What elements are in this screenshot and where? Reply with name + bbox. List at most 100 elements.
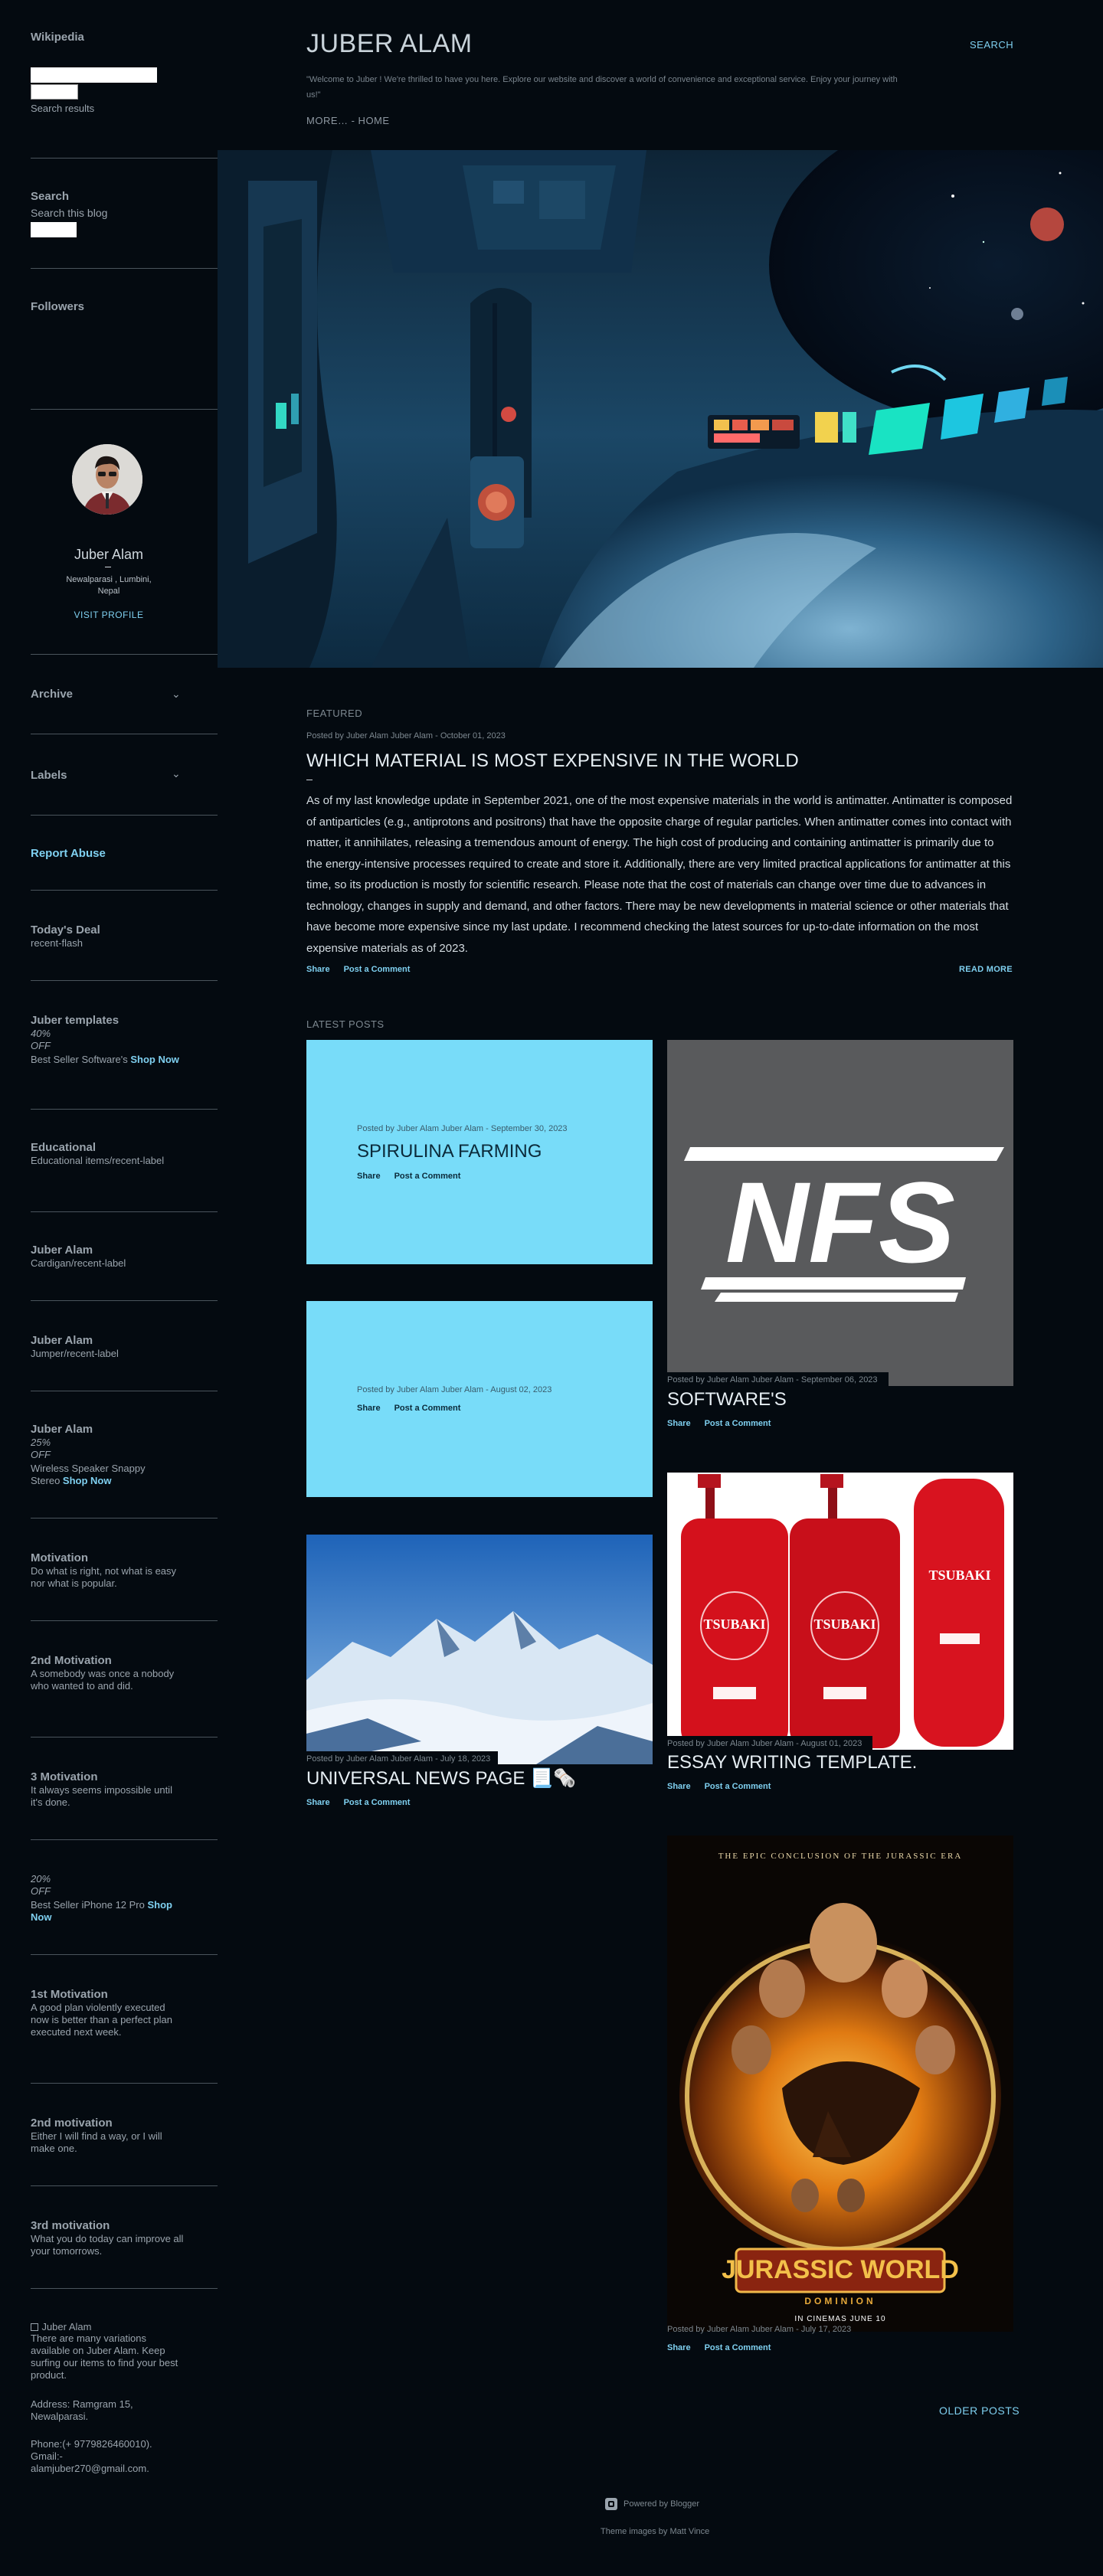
share-button[interactable]: Share — [667, 1419, 691, 1428]
juber-templates-percent: 40% — [31, 1028, 51, 1039]
featured-label: FEATURED — [306, 708, 363, 719]
profile-name[interactable]: Juber Alam — [31, 547, 187, 563]
divider — [31, 654, 218, 655]
divider — [31, 2288, 218, 2289]
mountain-image — [306, 1535, 653, 1764]
wikipedia-search-button[interactable] — [31, 84, 78, 100]
third-motivation-b-title: 3rd motivation — [31, 2219, 110, 2232]
poster-release-date: IN CINEMAS JUNE 10 — [794, 2315, 885, 2323]
share-button[interactable]: Share — [357, 1404, 381, 1413]
search-widget-title: Search — [31, 190, 70, 203]
divider — [31, 1109, 218, 1110]
post-meta: Posted by Juber Alam Juber Alam - August… — [357, 1385, 552, 1394]
chevron-down-icon[interactable]: ⌄ — [172, 688, 181, 701]
broken-image-icon — [31, 2323, 38, 2331]
search-link[interactable]: SEARCH — [970, 39, 1013, 51]
share-button[interactable]: Share — [667, 2343, 691, 2352]
jurassic-world-poster: THE EPIC CONCLUSION OF THE JURASSIC ERA … — [667, 1836, 1013, 2332]
post-title[interactable]: SOFTWARE'S — [667, 1389, 787, 1411]
featured-post-body: As of my last knowledge update in Septem… — [306, 794, 1013, 955]
post-share-row: Share Post a Comment — [667, 1419, 784, 1428]
avatar[interactable] — [72, 444, 142, 515]
shop-now-link[interactable]: Shop Now — [130, 1054, 179, 1065]
powered-by-blogger[interactable]: Powered by Blogger — [605, 2498, 699, 2510]
third-motivation-title: 3 Motivation — [31, 1770, 98, 1783]
share-button[interactable]: Share — [306, 1798, 330, 1807]
post-comment-link[interactable]: Post a Comment — [394, 1172, 461, 1181]
wikipedia-title: Wikipedia — [31, 31, 84, 44]
post-comment-link[interactable]: Post a Comment — [394, 1404, 461, 1413]
share-button[interactable]: Share — [357, 1172, 381, 1181]
educational-text: Educational items/recent-label — [31, 1155, 165, 1166]
post-card[interactable]: Posted by Juber Alam Juber Alam - August… — [306, 1301, 653, 1497]
divider — [31, 409, 218, 410]
search-blog-input[interactable] — [31, 222, 77, 237]
divider — [31, 2083, 218, 2084]
product-brand-text: TSUBAKI — [928, 1568, 990, 1583]
post-meta: Posted by Juber Alam Juber Alam - Septem… — [667, 1372, 889, 1387]
post-card-image[interactable]: NFS — [667, 1040, 1013, 1386]
site-description: "Welcome to Juber ! We're thrilled to ha… — [306, 75, 898, 100]
archive-title[interactable]: Archive — [31, 688, 73, 701]
post-comment-link[interactable]: Post a Comment — [705, 1782, 771, 1791]
post-share-row: Share Post a Comment — [667, 2343, 784, 2352]
divider — [31, 980, 218, 981]
search-blog-label: Search this blog — [31, 207, 108, 219]
post-comment-link[interactable]: Post a Comment — [344, 965, 411, 974]
wikipedia-search-input[interactable] — [31, 67, 157, 83]
poster-title: JURASSIC WORLD — [722, 2255, 959, 2284]
tsubaki-bottles-image: TSUBAKI TSUBAKI TSUBAKI — [667, 1473, 1013, 1750]
older-posts-link[interactable]: OLDER POSTS — [939, 2404, 1020, 2417]
post-card[interactable]: Posted by Juber Alam Juber Alam - Septem… — [306, 1040, 653, 1264]
profile-photo — [72, 444, 142, 515]
post-card-image[interactable] — [306, 1535, 653, 1764]
divider — [31, 815, 218, 816]
site-title[interactable]: JUBER ALAM — [306, 29, 473, 59]
about-address: Address: Ramgram 15, Newalparasi. — [31, 2398, 133, 2422]
speaker-percent: 25% — [31, 1437, 51, 1448]
read-more-link[interactable]: READ MORE — [959, 965, 1013, 974]
first-motivation-title: 1st Motivation — [31, 1988, 108, 2001]
featured-share-row: Share Post a Comment — [306, 965, 424, 974]
chevron-down-icon[interactable]: ⌄ — [172, 767, 181, 780]
about-gmail: Gmail:- alamjuber270@gmail.com. — [31, 2450, 149, 2474]
theme-credit: Theme images by Matt Vince — [601, 2527, 710, 2536]
labels-title[interactable]: Labels — [31, 769, 67, 782]
featured-post-title[interactable]: WHICH MATERIAL IS MOST EXPENSIVE IN THE … — [306, 750, 799, 772]
juber-templates-promo: Best Seller Software's Shop Now — [31, 1054, 187, 1066]
divider — [31, 268, 218, 269]
share-button[interactable]: Share — [667, 1782, 691, 1791]
divider — [31, 890, 218, 891]
third-motivation-b-text: What you do today can improve all your t… — [31, 2233, 184, 2257]
second-motivation-text: A somebody was once a nobody who wanted … — [31, 1668, 175, 1692]
more-home-nav[interactable]: MORE… - HOME — [306, 115, 390, 126]
post-meta: Posted by Juber Alam Juber Alam - July 1… — [667, 2325, 852, 2334]
shop-now-link[interactable]: Shop Now — [63, 1475, 112, 1486]
post-comment-link[interactable]: Post a Comment — [344, 1798, 411, 1807]
post-comment-link[interactable]: Post a Comment — [705, 1419, 771, 1428]
profile-location: Newalparasi , Lumbini, Nepal — [66, 575, 152, 596]
motivation-title: Motivation — [31, 1551, 88, 1564]
visit-profile-link[interactable]: VISIT PROFILE — [31, 610, 187, 620]
divider — [31, 158, 218, 159]
second-motivation-b-title: 2nd motivation — [31, 2117, 113, 2130]
iphone-off: OFF — [31, 1885, 51, 1897]
post-comment-link[interactable]: Post a Comment — [705, 2343, 771, 2352]
todays-deal-text: recent-flash — [31, 937, 83, 949]
post-title[interactable]: SPIRULINA FARMING — [357, 1141, 542, 1162]
post-card-image[interactable]: THE EPIC CONCLUSION OF THE JURASSIC ERA … — [667, 1836, 1013, 2332]
share-button[interactable]: Share — [306, 965, 330, 974]
third-motivation-text: It always seems impossible until it's do… — [31, 1784, 172, 1808]
post-share-row: Share Post a Comment — [357, 1172, 474, 1181]
juber-templates-title: Juber templates — [31, 1014, 119, 1027]
todays-deal-title: Today's Deal — [31, 924, 100, 937]
product-brand-text: TSUBAKI — [813, 1617, 876, 1632]
nfs-logo-text: NFS — [725, 1158, 955, 1286]
post-title[interactable]: UNIVERSAL NEWS PAGE 📃🗞️ — [306, 1767, 576, 1790]
report-abuse-link[interactable]: Report Abuse — [31, 847, 106, 860]
cardigan-text: Cardigan/recent-label — [31, 1257, 126, 1269]
iphone-percent: 20% — [31, 1873, 51, 1885]
post-title[interactable]: ESSAY WRITING TEMPLATE. — [667, 1752, 917, 1773]
post-card-image[interactable]: TSUBAKI TSUBAKI TSUBAKI — [667, 1473, 1013, 1750]
post-meta: Posted by Juber Alam Juber Alam - July 1… — [306, 1751, 499, 1766]
